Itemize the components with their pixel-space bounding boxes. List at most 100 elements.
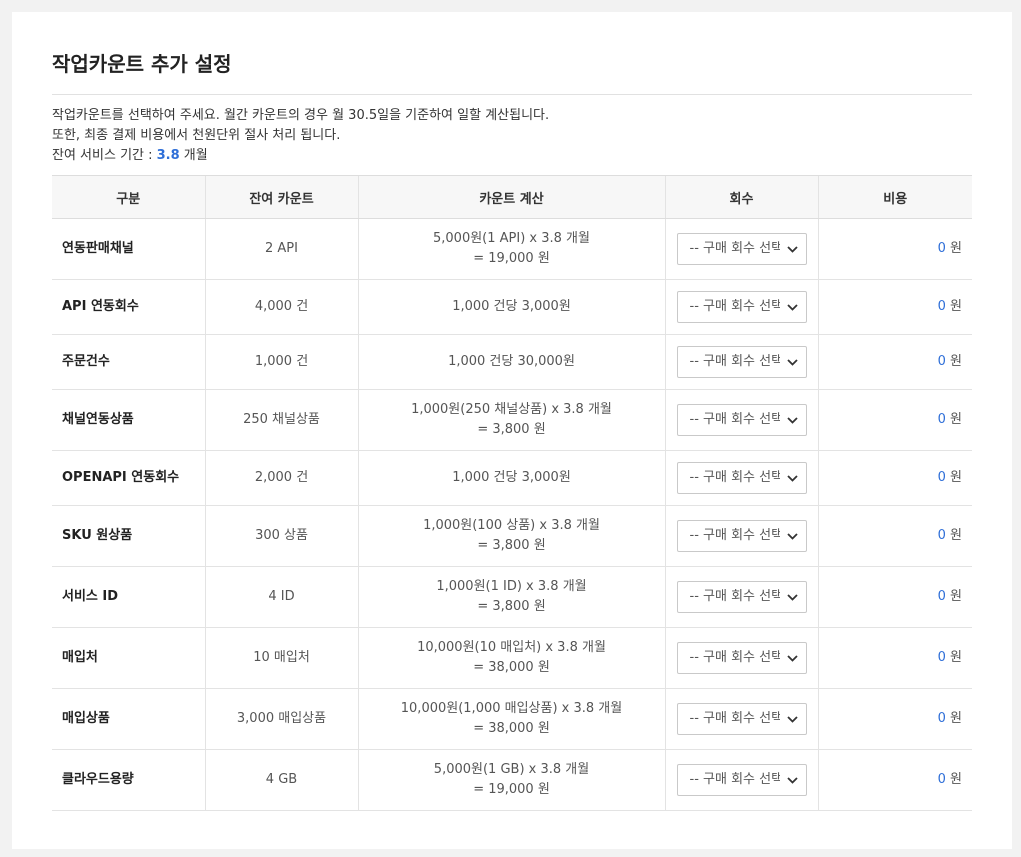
- table-row: 클라우드용량 4 GB 5,000원(1 GB) x 3.8 개월 = 19,00…: [52, 749, 972, 811]
- header-category: 구분: [52, 175, 205, 219]
- table-row: 주문건수 1,000 건 1,000 건당 30,000원 -- 구매 회수 선…: [52, 334, 972, 390]
- cost-currency: 원: [945, 650, 962, 665]
- row-calculation: 1,000원(1 ID) x 3.8 개월 = 3,800 원: [357, 566, 665, 628]
- cost-value: 0: [937, 772, 946, 787]
- row-calculation: 1,000 건당 30,000원: [357, 334, 665, 390]
- cost-currency: 원: [945, 589, 962, 604]
- row-name: 매입처: [52, 627, 205, 689]
- purchase-count-select[interactable]: -- 구매 회수 선택 --: [676, 291, 807, 323]
- calc-result: = 3,800 원: [477, 599, 546, 614]
- row-quantity-cell: -- 구매 회수 선택 --: [664, 279, 818, 335]
- description-line-1: 작업카운트를 선택하여 주세요. 월간 카운트의 경우 월 30.5일을 기준하…: [52, 108, 550, 123]
- settings-panel: 작업카운트 추가 설정 작업카운트를 선택하여 주세요. 월간 카운트의 경우 …: [12, 12, 1012, 849]
- chevron-down-icon: [786, 347, 800, 377]
- cost-currency: 원: [945, 470, 962, 485]
- calc-formula: 1,000원(250 채널상품) x 3.8 개월: [411, 402, 612, 417]
- cost-value: 0: [937, 650, 946, 665]
- cost-currency: 원: [945, 772, 962, 787]
- row-remaining: 3,000 매입상품: [204, 688, 358, 750]
- calc-result: = 3,800 원: [477, 422, 546, 437]
- select-placeholder: -- 구매 회수 선택 --: [689, 412, 780, 427]
- service-period-value: 3.8: [156, 148, 180, 163]
- select-placeholder: -- 구매 회수 선택 --: [689, 589, 780, 604]
- table-row: 매입처 10 매입처 10,000원(10 매입처) x 3.8 개월 = 38,…: [52, 627, 972, 689]
- row-cost: 0 원: [817, 279, 972, 335]
- select-placeholder: -- 구매 회수 선택 --: [689, 528, 780, 543]
- calc-formula: 10,000원(10 매입처) x 3.8 개월: [417, 640, 606, 655]
- purchase-count-select[interactable]: -- 구매 회수 선택 --: [676, 462, 807, 494]
- calc-formula: 1,000 건당 3,000원: [452, 299, 571, 314]
- row-name: SKU 원상품: [52, 505, 205, 567]
- row-calculation: 1,000 건당 3,000원: [357, 450, 665, 506]
- row-quantity-cell: -- 구매 회수 선택 --: [664, 218, 818, 280]
- purchase-count-select[interactable]: -- 구매 회수 선택 --: [676, 703, 807, 735]
- table-row: API 연동회수 4,000 건 1,000 건당 3,000원 -- 구매 회…: [52, 279, 972, 335]
- row-name: 서비스 ID: [52, 566, 205, 628]
- cost-currency: 원: [945, 241, 962, 256]
- row-remaining: 300 상품: [204, 505, 358, 567]
- row-quantity-cell: -- 구매 회수 선택 --: [664, 334, 818, 390]
- row-remaining: 10 매입처: [204, 627, 358, 689]
- row-quantity-cell: -- 구매 회수 선택 --: [664, 749, 818, 811]
- row-quantity-cell: -- 구매 회수 선택 --: [664, 389, 818, 451]
- calc-result: = 38,000 원: [473, 721, 550, 736]
- row-calculation: 1,000 건당 3,000원: [357, 279, 665, 335]
- cost-currency: 원: [945, 354, 962, 369]
- row-name: 클라우드용량: [52, 749, 205, 811]
- row-cost: 0 원: [817, 688, 972, 750]
- cost-value: 0: [937, 470, 946, 485]
- row-remaining: 2,000 건: [204, 450, 358, 506]
- select-placeholder: -- 구매 회수 선택 --: [689, 241, 780, 256]
- purchase-count-select[interactable]: -- 구매 회수 선택 --: [676, 764, 807, 796]
- row-quantity-cell: -- 구매 회수 선택 --: [664, 566, 818, 628]
- purchase-count-select[interactable]: -- 구매 회수 선택 --: [676, 520, 807, 552]
- chevron-down-icon: [786, 643, 800, 673]
- chevron-down-icon: [786, 582, 800, 612]
- service-period-unit: 개월: [179, 148, 208, 163]
- row-cost: 0 원: [817, 505, 972, 567]
- cost-value: 0: [937, 528, 946, 543]
- row-name: 채널연동상품: [52, 389, 205, 451]
- purchase-count-select[interactable]: -- 구매 회수 선택 --: [676, 581, 807, 613]
- cost-value: 0: [937, 711, 946, 726]
- row-calculation: 10,000원(1,000 매입상품) x 3.8 개월 = 38,000 원: [357, 688, 665, 750]
- row-name: OPENAPI 연동회수: [52, 450, 205, 506]
- table-row: 서비스 ID 4 ID 1,000원(1 ID) x 3.8 개월 = 3,800…: [52, 566, 972, 628]
- purchase-count-select[interactable]: -- 구매 회수 선택 --: [676, 346, 807, 378]
- table-row: 채널연동상품 250 채널상품 1,000원(250 채널상품) x 3.8 개…: [52, 389, 972, 451]
- calc-formula: 1,000 건당 30,000원: [448, 354, 575, 369]
- purchase-count-select[interactable]: -- 구매 회수 선택 --: [676, 404, 807, 436]
- cost-currency: 원: [945, 412, 962, 427]
- select-placeholder: -- 구매 회수 선택 --: [689, 650, 780, 665]
- table-row: SKU 원상품 300 상품 1,000원(100 상품) x 3.8 개월 = …: [52, 505, 972, 567]
- select-placeholder: -- 구매 회수 선택 --: [689, 354, 780, 369]
- cost-value: 0: [937, 241, 946, 256]
- service-period: 잔여 서비스 기간 : 3.8 개월: [52, 146, 972, 166]
- purchase-count-select[interactable]: -- 구매 회수 선택 --: [676, 233, 807, 265]
- row-remaining: 4 ID: [204, 566, 358, 628]
- title-divider: [52, 94, 972, 95]
- cost-currency: 원: [945, 528, 962, 543]
- chevron-down-icon: [786, 765, 800, 795]
- row-name: API 연동회수: [52, 279, 205, 335]
- row-remaining: 4 GB: [204, 749, 358, 811]
- chevron-down-icon: [786, 292, 800, 322]
- calc-result: = 19,000 원: [473, 251, 550, 266]
- calc-result: = 3,800 원: [477, 538, 546, 553]
- header-calculation: 카운트 계산: [357, 175, 665, 219]
- row-cost: 0 원: [817, 218, 972, 280]
- row-cost: 0 원: [817, 334, 972, 390]
- row-calculation: 5,000원(1 API) x 3.8 개월 = 19,000 원: [357, 218, 665, 280]
- service-period-label: 잔여 서비스 기간 :: [52, 148, 157, 163]
- table-header-row: 구분 잔여 카운트 카운트 계산 회수 비용: [52, 175, 972, 219]
- header-cost: 비용: [817, 175, 972, 219]
- cost-value: 0: [937, 354, 946, 369]
- table-row: 연동판매채널 2 API 5,000원(1 API) x 3.8 개월 = 19,…: [52, 218, 972, 280]
- purchase-count-select[interactable]: -- 구매 회수 선택 --: [676, 642, 807, 674]
- row-cost: 0 원: [817, 627, 972, 689]
- page-title: 작업카운트 추가 설정: [52, 52, 232, 76]
- row-name: 매입상품: [52, 688, 205, 750]
- row-calculation: 1,000원(250 채널상품) x 3.8 개월 = 3,800 원: [357, 389, 665, 451]
- cost-value: 0: [937, 412, 946, 427]
- row-quantity-cell: -- 구매 회수 선택 --: [664, 505, 818, 567]
